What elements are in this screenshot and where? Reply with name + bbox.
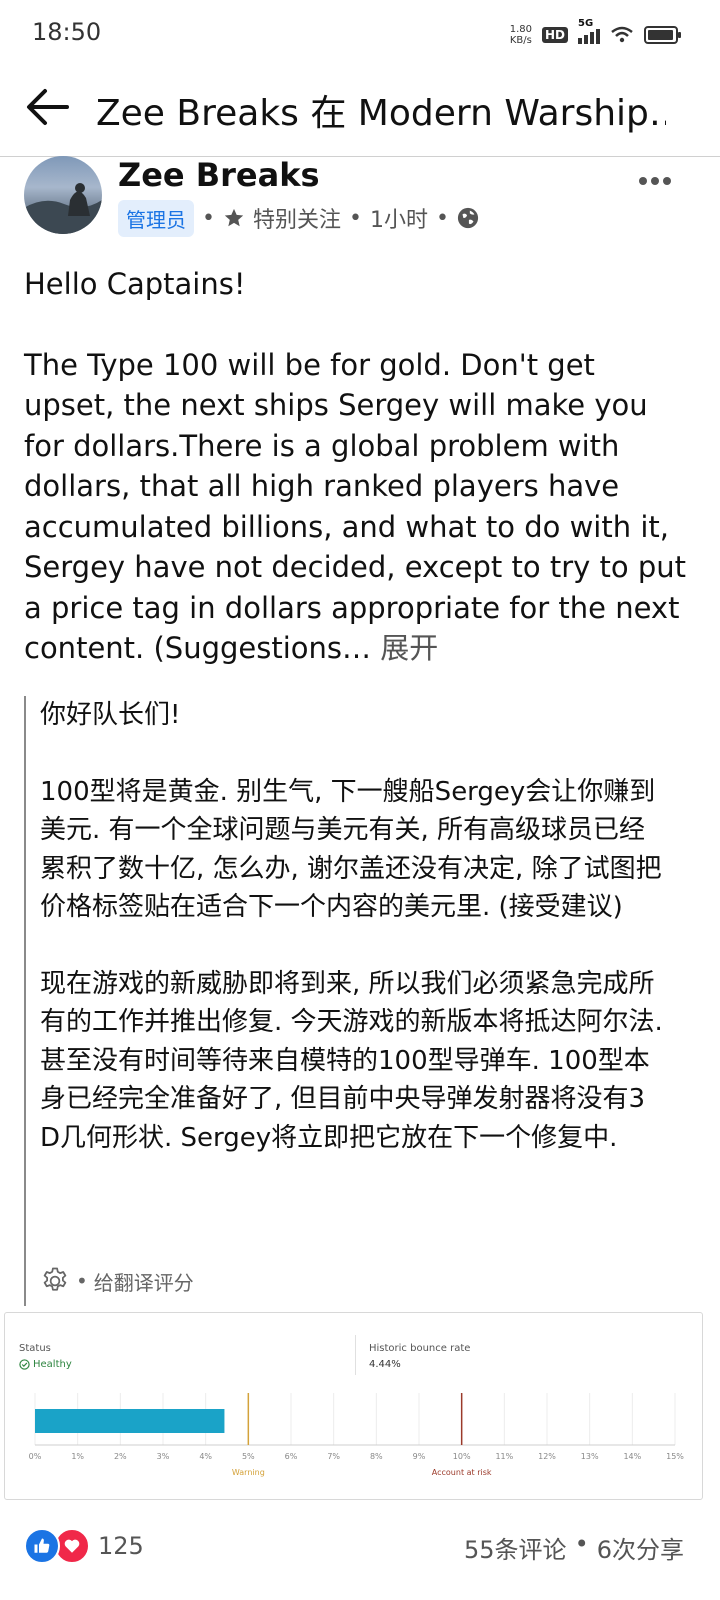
x-tick-label: 11% <box>495 1452 513 1461</box>
hd-icon: HD <box>541 27 568 43</box>
post-text: The Type 100 will be for gold. Don't get… <box>24 347 686 666</box>
page-title: Zee Breaks 在 Modern Warship… <box>96 93 666 134</box>
wifi-icon <box>611 26 633 43</box>
comments-count[interactable]: 55条评论 <box>464 1530 567 1565</box>
x-tick-label: 15% <box>666 1452 684 1461</box>
network-speed: 1.80 KB/s <box>510 24 532 46</box>
x-tick-label: 4% <box>199 1452 212 1461</box>
avatar-image <box>24 183 102 234</box>
post-footer: 125 55条评论 • 6次分享 <box>0 1520 720 1570</box>
status-icons: 1.80 KB/s HD 5G <box>510 18 681 50</box>
x-tick-label: 2% <box>114 1452 127 1461</box>
gear-icon <box>43 1267 67 1291</box>
historic-bounce-value: 4.44% <box>369 1359 401 1370</box>
status-bar: 18:50 1.80 KB/s HD 5G <box>0 0 720 66</box>
arrow-left-icon <box>27 89 69 125</box>
post-time[interactable]: 1小时 <box>370 202 428 234</box>
back-button[interactable] <box>22 82 72 132</box>
expand-link[interactable]: 展开 <box>380 631 438 665</box>
status-label: Status <box>19 1343 51 1354</box>
avatar[interactable] <box>24 156 102 234</box>
translation-block: 你好队长们! 100型将是黄金. 别生气, 下一艘船Sergey会让你赚到美元.… <box>24 696 676 1306</box>
post-body: Hello Captains! The Type 100 will be for… <box>24 264 694 669</box>
bar <box>35 1409 225 1433</box>
stats-separator: • <box>574 1530 589 1558</box>
x-tick-label: 5% <box>242 1452 255 1461</box>
bounce-rate-chart: 0% 1% 2% 3% 4% 5% 6% 7% 8% 9% 10% 11% 12% 13% 14% 15% Wa… <box>29 1393 684 1477</box>
network-speed-unit: KB/s <box>509 35 532 46</box>
x-tick-label: 8% <box>370 1452 383 1461</box>
globe-icon <box>457 207 479 229</box>
translation-text: 你好队长们! 100型将是黄金. 别生气, 下一艘船Sergey会让你赚到美元.… <box>40 696 670 1157</box>
post-meta: 管理员 • 特别关注 • 1小时 • <box>118 199 479 237</box>
threshold-label: Account at risk <box>432 1468 492 1477</box>
meta-separator: • <box>435 205 449 231</box>
admin-badge: 管理员 <box>118 199 194 237</box>
engagement-stats: 55条评论 • 6次分享 <box>464 1530 684 1565</box>
translation-paragraph: 现在游戏的新威胁即将到来, 所以我们必须紧急完成所有的工作并推出修复. 今天游戏… <box>40 968 663 1153</box>
x-tick-label: 14% <box>623 1452 641 1461</box>
x-tick-label: 3% <box>157 1452 170 1461</box>
author-name[interactable]: Zee Breaks <box>118 156 320 194</box>
x-tick-label: 9% <box>413 1452 426 1461</box>
network-type-label: 5G <box>578 18 594 29</box>
battery-icon <box>644 26 681 44</box>
top-bar: Zee Breaks 在 Modern Warship… <box>0 66 720 157</box>
like-icon <box>24 1528 60 1564</box>
more-horizontal-icon <box>639 177 671 185</box>
status-value: Healthy <box>19 1359 72 1370</box>
status-value-text: Healthy <box>33 1359 72 1370</box>
rate-translation-label: 给翻译评分 <box>93 1270 194 1295</box>
translation-paragraph: 你好队长们! <box>40 700 181 730</box>
status-time: 18:50 <box>32 18 102 46</box>
meta-separator: • <box>76 1269 88 1293</box>
x-tick-label: 1% <box>71 1452 84 1461</box>
attached-screenshot[interactable]: Status Healthy Historic bounce rate 4.44… <box>4 1312 703 1500</box>
post-header: Zee Breaks 管理员 • 特别关注 • 1小时 • <box>0 156 720 246</box>
network-speed-value: 1.80 <box>509 24 532 35</box>
x-tick-label: 0% <box>29 1452 42 1461</box>
post-paragraph: Hello Captains! <box>24 267 246 301</box>
meta-separator: • <box>349 205 362 231</box>
reaction-count: 125 <box>98 1532 144 1560</box>
x-tick-label: 10% <box>453 1452 471 1461</box>
check-circle-icon <box>19 1359 30 1370</box>
reactions[interactable]: 125 <box>24 1528 144 1564</box>
cellular-signal-icon: 5G <box>578 18 600 44</box>
divider <box>355 1335 356 1375</box>
heart-icon <box>64 1539 80 1553</box>
historic-bounce-label: Historic bounce rate <box>369 1343 471 1354</box>
threshold-label: Warning <box>232 1468 265 1477</box>
translation-rating[interactable]: • 给翻译评分 <box>40 1266 194 1296</box>
star-icon <box>224 208 244 227</box>
shares-count[interactable]: 6次分享 <box>597 1530 684 1565</box>
x-tick-label: 12% <box>538 1452 556 1461</box>
top-fan-label: 特别关注 <box>252 208 341 233</box>
more-options-button[interactable] <box>638 160 672 193</box>
thumbs-up-icon <box>34 1538 50 1553</box>
meta-separator: • <box>202 205 215 231</box>
post-paragraph: The Type 100 will be for gold. Don't get… <box>24 345 694 669</box>
x-tick-label: 6% <box>285 1452 298 1461</box>
translation-paragraph: 100型将是黄金. 别生气, 下一艘船Sergey会让你赚到美元. 有一个全球问… <box>40 776 662 923</box>
x-tick-label: 7% <box>327 1452 340 1461</box>
x-tick-label: 13% <box>581 1452 599 1461</box>
